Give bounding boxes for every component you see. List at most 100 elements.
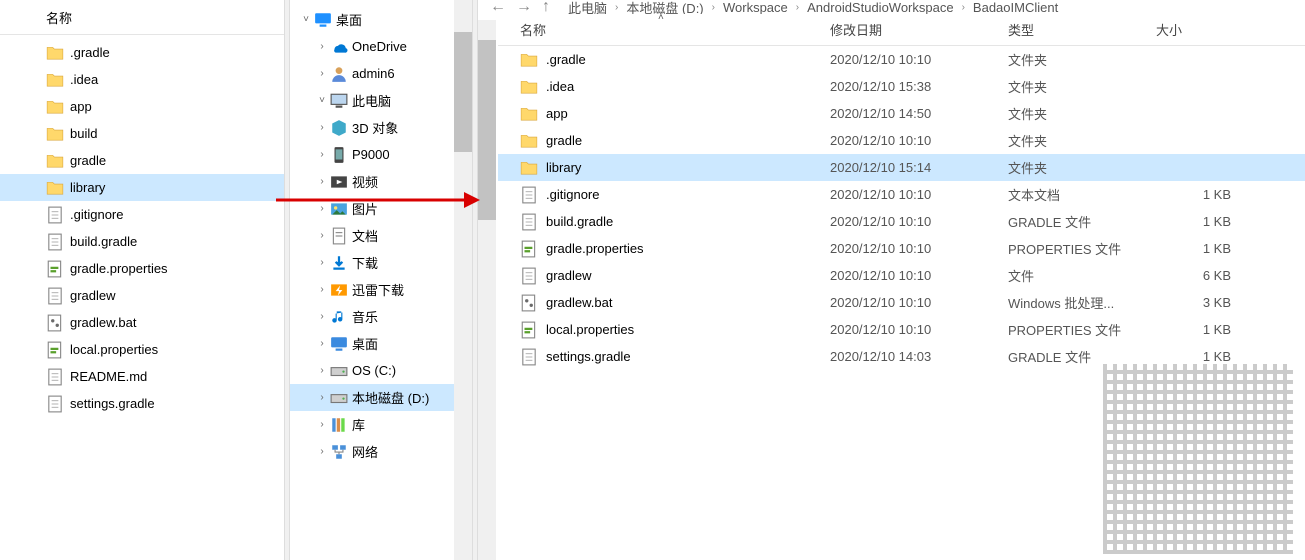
chevron-right-icon[interactable]: › xyxy=(314,284,330,295)
left-item[interactable]: README.md xyxy=(0,363,284,390)
left-item[interactable]: build.gradle xyxy=(0,228,284,255)
tree-item[interactable]: ˅此电脑 xyxy=(290,87,472,114)
chevron-right-icon[interactable]: › xyxy=(314,311,330,322)
chevron-right-icon[interactable]: › xyxy=(314,257,330,268)
tree-item-label: admin6 xyxy=(352,66,395,81)
tree-item[interactable]: ›3D 对象 xyxy=(290,114,472,141)
tree-item[interactable]: ›OS (C:) xyxy=(290,357,472,384)
file-row[interactable]: app2020/12/10 14:50文件夹 xyxy=(498,100,1305,127)
left-item[interactable]: gradle.properties xyxy=(0,255,284,282)
chevron-down-icon[interactable]: ˅ xyxy=(314,95,330,106)
file-icon xyxy=(46,287,64,305)
left-item[interactable]: settings.gradle xyxy=(0,390,284,417)
tree-scroll-thumb[interactable] xyxy=(454,32,472,152)
file-row[interactable]: build.gradle2020/12/10 10:10GRADLE 文件1 K… xyxy=(498,208,1305,235)
right-scrollbar[interactable] xyxy=(478,20,496,560)
tree-item[interactable]: ˅ 桌面 xyxy=(290,6,472,33)
file-row[interactable]: gradle.properties2020/12/10 10:10PROPERT… xyxy=(498,235,1305,262)
column-size[interactable]: 大小 xyxy=(1156,20,1241,39)
chevron-right-icon[interactable]: › xyxy=(314,122,330,133)
left-item[interactable]: .idea xyxy=(0,66,284,93)
left-item[interactable]: .gitignore xyxy=(0,201,284,228)
column-date[interactable]: 修改日期 xyxy=(830,20,1008,39)
breadcrumb[interactable]: 此电脑›本地磁盘 (D:)›Workspace›AndroidStudioWor… xyxy=(568,0,1058,14)
folder-icon xyxy=(520,78,538,96)
breadcrumb-segment[interactable]: AndroidStudioWorkspace xyxy=(807,0,953,14)
tree-item[interactable]: › P9000 xyxy=(290,141,472,168)
file-date: 2020/12/10 10:10 xyxy=(830,187,1008,202)
file-row[interactable]: gradlew.bat2020/12/10 10:10Windows 批处理..… xyxy=(498,289,1305,316)
chevron-right-icon[interactable]: › xyxy=(314,338,330,349)
left-item[interactable]: local.properties xyxy=(0,336,284,363)
tree-item-label: P9000 xyxy=(352,147,390,162)
breadcrumb-segment[interactable]: BadaoIMClient xyxy=(973,0,1058,14)
file-type: GRADLE 文件 xyxy=(1008,212,1156,231)
forward-button[interactable]: → xyxy=(516,0,532,14)
tree-item[interactable]: ›迅雷下载 xyxy=(290,276,472,303)
file-row[interactable]: library2020/12/10 15:14文件夹 xyxy=(498,154,1305,181)
file-name: local.properties xyxy=(546,322,830,337)
breadcrumb-segment[interactable]: 此电脑 xyxy=(568,0,607,14)
tree-item[interactable]: ›OneDrive xyxy=(290,33,472,60)
file-row[interactable]: .gitignore2020/12/10 10:10文本文档1 KB xyxy=(498,181,1305,208)
chevron-right-icon[interactable]: › xyxy=(314,230,330,241)
chevron-right-icon: › xyxy=(792,2,803,13)
tree-item[interactable]: ›网络 xyxy=(290,438,472,465)
tree-item[interactable]: ›下载 xyxy=(290,249,472,276)
chevron-right-icon[interactable]: › xyxy=(314,149,330,160)
left-item[interactable]: library xyxy=(0,174,284,201)
left-item[interactable]: gradlew.bat xyxy=(0,309,284,336)
tree-item[interactable]: ›桌面 xyxy=(290,330,472,357)
file-row[interactable]: settings.gradle2020/12/10 14:03GRADLE 文件… xyxy=(498,343,1305,370)
chevron-right-icon[interactable]: › xyxy=(314,68,330,79)
folder-icon xyxy=(520,159,538,177)
breadcrumb-segment[interactable]: 本地磁盘 (D:) xyxy=(626,0,703,14)
chevron-down-icon[interactable]: ˅ xyxy=(298,14,314,25)
file-name: gradle.properties xyxy=(546,241,830,256)
file-icon xyxy=(520,267,538,285)
chevron-right-icon[interactable]: › xyxy=(314,41,330,52)
file-row[interactable]: local.properties2020/12/10 10:10PROPERTI… xyxy=(498,316,1305,343)
column-type[interactable]: 类型 xyxy=(1008,20,1156,39)
tree-item-label: 桌面 xyxy=(336,10,362,29)
left-item[interactable]: .gradle xyxy=(0,39,284,66)
tree-item[interactable]: ›图片 xyxy=(290,195,472,222)
left-file-list: .gradle.ideaapp build gradlelibrary.gitign… xyxy=(0,35,284,560)
left-item[interactable]: app xyxy=(0,93,284,120)
file-name: gradle xyxy=(546,133,830,148)
tree-item[interactable]: ›本地磁盘 (D:) xyxy=(290,384,472,411)
left-item[interactable]: build xyxy=(0,120,284,147)
left-header-name[interactable]: 名称 xyxy=(0,0,284,35)
column-name[interactable]: 名称 xyxy=(520,20,830,39)
drive-icon xyxy=(330,362,348,380)
tree-item[interactable]: ›库 xyxy=(290,411,472,438)
chevron-right-icon[interactable]: › xyxy=(314,419,330,430)
tree-item[interactable]: › admin6 xyxy=(290,60,472,87)
up-button[interactable]: ↑ xyxy=(542,0,550,14)
file-row[interactable]: .idea2020/12/10 15:38文件夹 xyxy=(498,73,1305,100)
back-button[interactable]: ← xyxy=(490,0,506,14)
chevron-right-icon[interactable]: › xyxy=(314,176,330,187)
breadcrumb-segment[interactable]: Workspace xyxy=(723,0,788,14)
chevron-right-icon[interactable]: › xyxy=(314,365,330,376)
tree-item[interactable]: ›文档 xyxy=(290,222,472,249)
file-size: 6 KB xyxy=(1156,268,1241,283)
file-row[interactable]: gradle2020/12/10 10:10文件夹 xyxy=(498,127,1305,154)
file-row[interactable]: .gradle2020/12/10 10:10文件夹 xyxy=(498,46,1305,73)
folder-icon xyxy=(46,125,64,143)
left-item-label: gradlew.bat xyxy=(70,315,137,330)
file-row[interactable]: gradlew2020/12/10 10:10文件6 KB xyxy=(498,262,1305,289)
left-item-label: build xyxy=(70,126,97,141)
file-type: 文件夹 xyxy=(1008,131,1156,150)
file-name: gradlew.bat xyxy=(546,295,830,310)
tree-scrollbar[interactable] xyxy=(454,0,472,560)
chevron-right-icon[interactable]: › xyxy=(314,446,330,457)
left-item[interactable]: gradle xyxy=(0,147,284,174)
chevron-right-icon[interactable]: › xyxy=(314,392,330,403)
right-scroll-thumb[interactable] xyxy=(478,40,496,220)
pictures-icon xyxy=(330,200,348,218)
tree-item[interactable]: ›视频 xyxy=(290,168,472,195)
tree-item[interactable]: ›音乐 xyxy=(290,303,472,330)
left-item[interactable]: gradlew xyxy=(0,282,284,309)
chevron-right-icon[interactable]: › xyxy=(314,203,330,214)
